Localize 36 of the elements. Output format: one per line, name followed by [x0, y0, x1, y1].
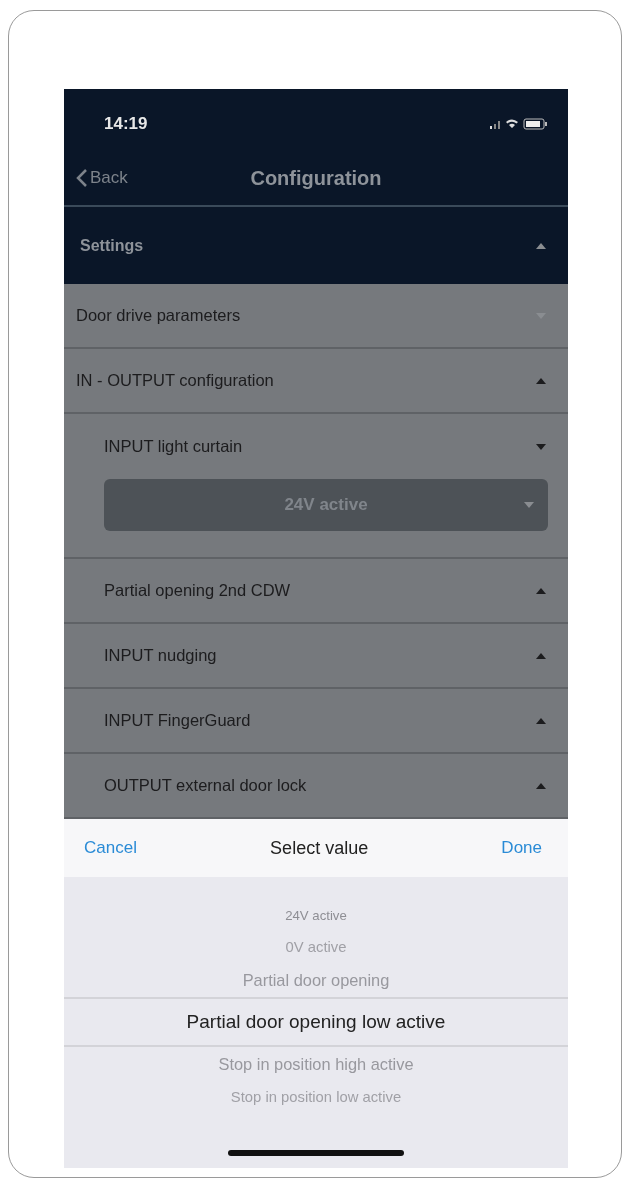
status-icons	[490, 117, 548, 131]
chevron-left-icon	[76, 168, 88, 188]
status-time: 14:19	[104, 114, 148, 134]
setting-row[interactable]: Partial opening 2nd CDW	[64, 559, 568, 624]
collapse-arrow-icon[interactable]	[536, 652, 546, 659]
setting-row[interactable]: INPUT nudging	[64, 624, 568, 689]
setting-label: INPUT FingerGuard	[104, 711, 251, 730]
back-button[interactable]: Back	[64, 168, 128, 188]
picker-option[interactable]: Partial door opening	[64, 963, 568, 997]
collapse-arrow-icon[interactable]	[536, 717, 546, 724]
settings-group-row[interactable]: IN - OUTPUT configuration	[64, 349, 568, 414]
picker-option[interactable]: Stop in position low active	[64, 1081, 568, 1113]
collapse-arrow-icon[interactable]	[536, 782, 546, 789]
group-label: IN - OUTPUT configuration	[76, 371, 274, 390]
setting-label: OUTPUT external door lock	[104, 776, 307, 795]
dropdown-arrow-icon[interactable]	[524, 502, 534, 508]
picker-title: Select value	[270, 837, 369, 859]
collapse-arrow-icon[interactable]	[536, 242, 546, 249]
value-picker[interactable]: 24V active 0V active Partial door opening Partial door opening low active Stop in position high active Stop in position low active	[64, 877, 568, 1168]
setting-row[interactable]: INPUT FingerGuard	[64, 689, 568, 754]
group-label: Door drive parameters	[76, 306, 241, 325]
setting-label: INPUT nudging	[104, 646, 217, 665]
setting-row[interactable]: OUTPUT external door lock	[64, 754, 568, 819]
expand-arrow-icon[interactable]	[536, 443, 546, 450]
picker-option[interactable]: 24V active	[64, 901, 568, 931]
picker-option[interactable]: Stop in position high active	[64, 1047, 568, 1081]
cancel-button[interactable]: Cancel	[84, 838, 137, 858]
collapse-arrow-icon[interactable]	[536, 587, 546, 594]
collapse-arrow-icon[interactable]	[536, 377, 546, 384]
picker-option[interactable]: 0V active	[64, 931, 568, 963]
setting-label: INPUT light curtain	[104, 437, 243, 456]
done-button[interactable]: Done	[501, 838, 542, 858]
picker-option[interactable]: Partial door opening low active	[64, 997, 568, 1047]
screen-title: Configuration	[250, 166, 382, 190]
section-title: Settings	[80, 236, 144, 255]
setting-label: Partial opening 2nd CDW	[104, 581, 291, 600]
